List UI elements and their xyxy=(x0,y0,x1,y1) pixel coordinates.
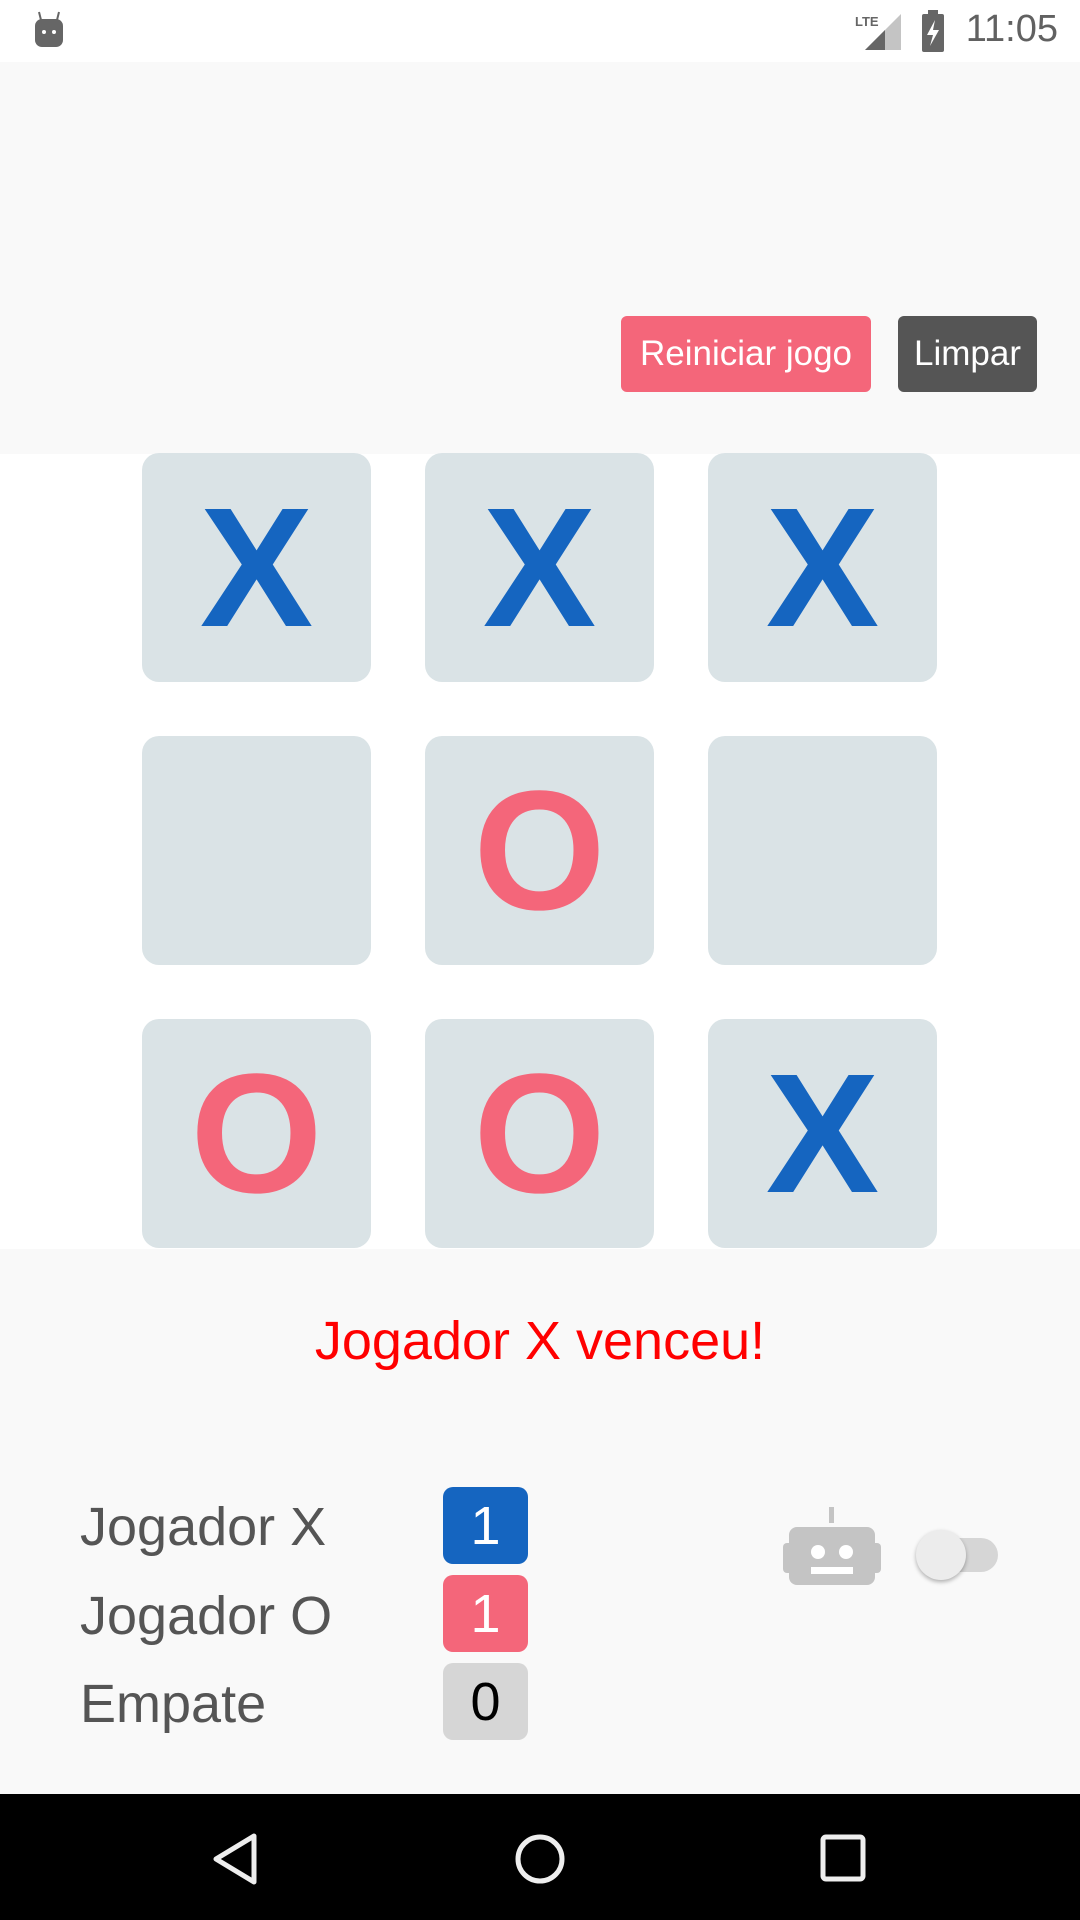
board-cell[interactable]: X xyxy=(425,453,654,682)
result-message: Jogador X venceu! xyxy=(314,1311,766,1371)
recents-icon[interactable] xyxy=(818,1832,868,1884)
home-icon[interactable] xyxy=(512,1831,568,1887)
score-badge-draw: 0 xyxy=(443,1663,528,1740)
toolbar-area xyxy=(0,62,1080,454)
score-label-x: Jogador X xyxy=(80,1497,327,1557)
navigation-bar xyxy=(0,1794,1080,1920)
clear-button[interactable]: Limpar xyxy=(898,316,1037,392)
ai-toggle-switch[interactable] xyxy=(916,1530,998,1580)
board-cell[interactable]: X xyxy=(142,453,371,682)
score-label-o: Jogador O xyxy=(80,1586,333,1646)
svg-text:LTE: LTE xyxy=(855,14,879,29)
score-badge-x: 1 xyxy=(443,1487,528,1564)
back-icon[interactable] xyxy=(210,1832,260,1886)
score-label-draw: Empate xyxy=(80,1674,267,1734)
battery-charging-icon xyxy=(922,10,944,52)
score-badge-o: 1 xyxy=(443,1575,528,1652)
board-cell[interactable]: O xyxy=(142,1019,371,1248)
board-cell[interactable]: O xyxy=(425,1019,654,1248)
lte-signal-icon: LTE xyxy=(855,14,901,50)
clock: 11:05 xyxy=(965,8,1058,50)
board-cell[interactable]: X xyxy=(708,453,937,682)
board-cell[interactable] xyxy=(708,736,937,965)
board-cell[interactable]: O xyxy=(425,736,654,965)
robot-icon xyxy=(783,1507,881,1585)
board-cell[interactable]: X xyxy=(708,1019,937,1248)
board-cell[interactable] xyxy=(142,736,371,965)
android-icon xyxy=(35,11,63,47)
toggle-thumb[interactable] xyxy=(916,1530,966,1580)
status-bar: LTE 11:05 xyxy=(0,0,1080,62)
restart-game-button[interactable]: Reiniciar jogo xyxy=(621,316,871,392)
